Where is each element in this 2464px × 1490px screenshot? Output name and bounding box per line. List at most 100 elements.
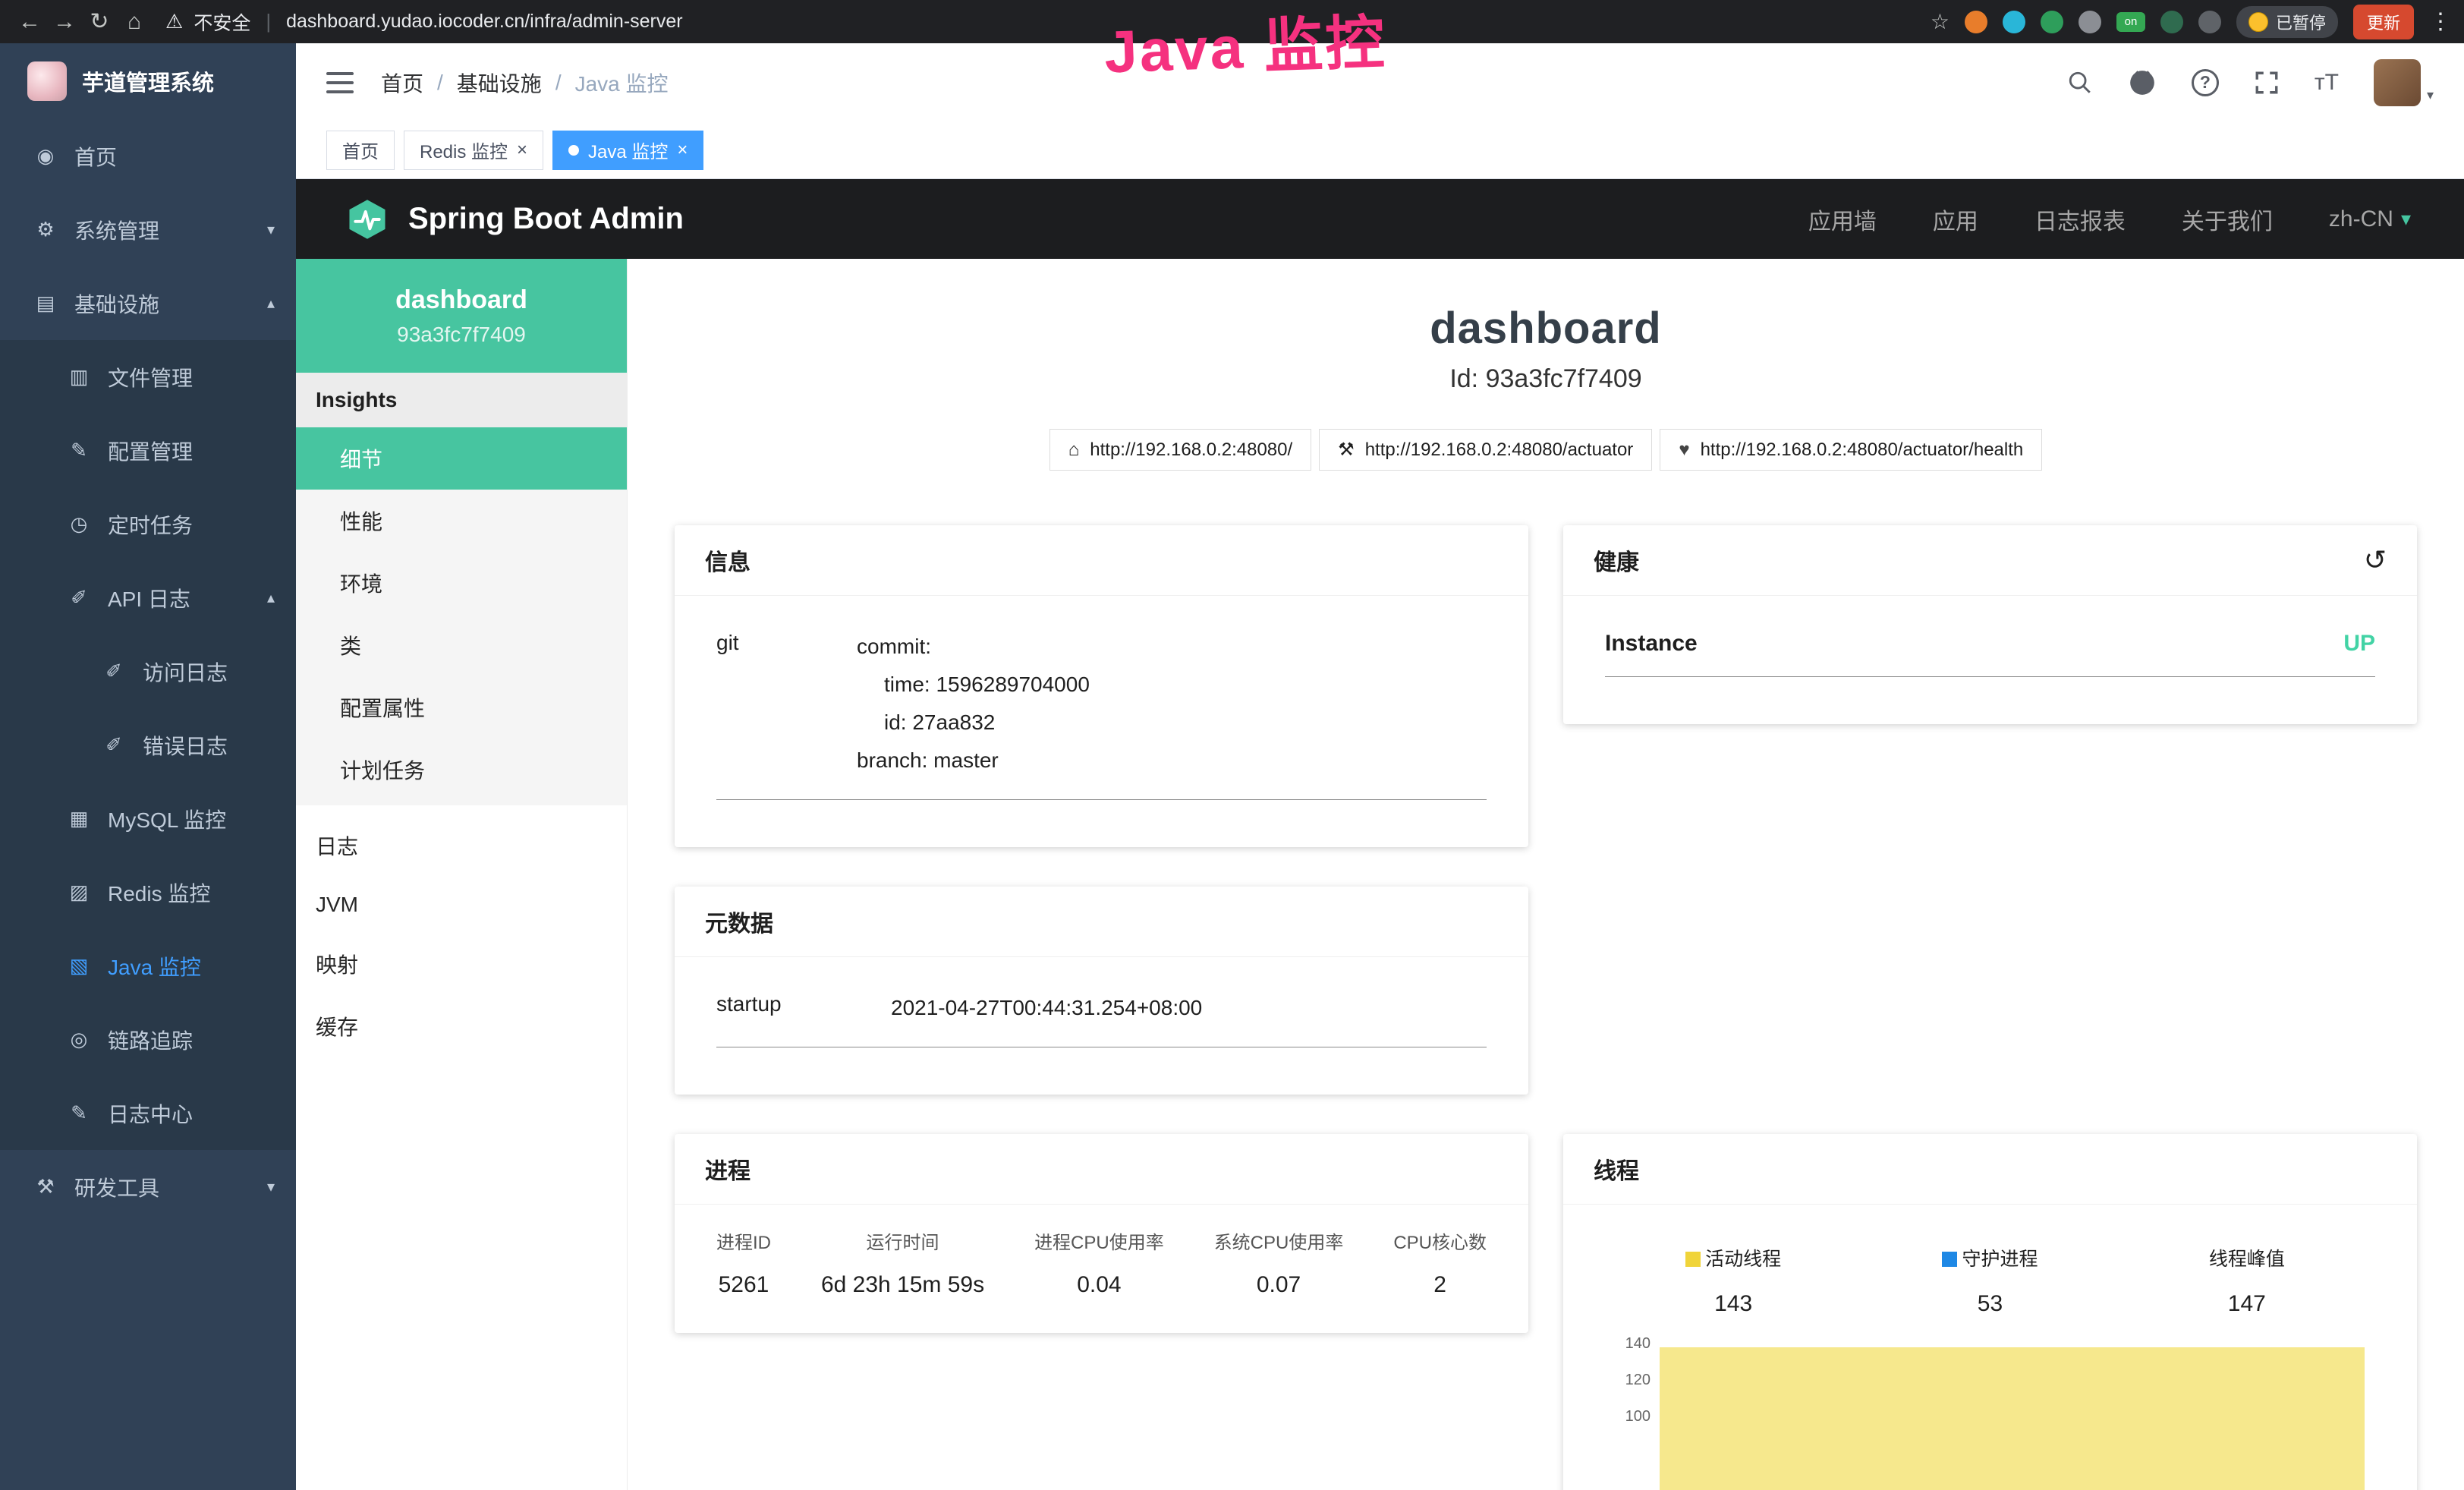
sidebar-item-system[interactable]: ⚙ 系统管理 ▾ xyxy=(0,193,296,266)
chevron-down-icon: ▾ xyxy=(267,220,275,239)
sidebar-item-home[interactable]: ◉ 首页 xyxy=(0,119,296,193)
sba-nav-about[interactable]: 关于我们 xyxy=(2182,203,2273,236)
metric-label: CPU核心数 xyxy=(1393,1227,1487,1254)
sba-instance-block[interactable]: dashboard 93a3fc7f7409 xyxy=(296,259,627,373)
extension-icon[interactable] xyxy=(2003,11,2025,33)
sidebar-item-infra[interactable]: ▤ 基础设施 ▴ xyxy=(0,266,296,340)
menu-fold-icon[interactable] xyxy=(326,72,354,93)
sidebar-item-log-center[interactable]: ✎ 日志中心 xyxy=(0,1076,296,1150)
sidebar-item-java-monitor[interactable]: ▧ Java 监控 xyxy=(0,929,296,1003)
tab-java-monitor[interactable]: Java 监控 × xyxy=(552,131,703,170)
forward-icon[interactable]: → xyxy=(47,5,82,39)
chevron-down-icon: ▾ xyxy=(267,1177,275,1196)
sidebar-item-scheduled-job[interactable]: ◷ 定时任务 xyxy=(0,487,296,561)
sba-item-environment[interactable]: 环境 xyxy=(296,552,627,614)
breadcrumb-separator: / xyxy=(437,71,443,95)
sba-body: dashboard 93a3fc7f7409 Insights 细节 性能 环境… xyxy=(296,259,2464,1490)
sidebar-item-access-log[interactable]: ✐ 访问日志 xyxy=(0,635,296,708)
sba-nav-wall[interactable]: 应用墙 xyxy=(1808,203,1877,236)
health-url-link[interactable]: ♥ http://192.168.0.2:48080/actuator/heal… xyxy=(1660,429,2042,471)
security-warning-icon[interactable]: ⚠ xyxy=(165,10,183,33)
extension-icon[interactable] xyxy=(2160,11,2183,33)
sidebar-item-label: 配置管理 xyxy=(108,436,193,466)
sidebar-item-label: 日志中心 xyxy=(108,1098,193,1129)
metric-value: 0.04 xyxy=(1034,1272,1164,1298)
card-title: 健康 xyxy=(1594,543,1639,577)
fullscreen-icon[interactable] xyxy=(2254,70,2280,96)
browser-update-button[interactable]: 更新 xyxy=(2353,5,2414,39)
trace-icon: ◎ xyxy=(65,1028,93,1051)
sidebar-item-error-log[interactable]: ✐ 错误日志 xyxy=(0,708,296,782)
back-icon[interactable]: ← xyxy=(12,5,47,39)
sidebar-item-dev-tools[interactable]: ⚒ 研发工具 ▾ xyxy=(0,1150,296,1224)
metric-label: 进程ID xyxy=(716,1227,771,1254)
extension-on-badge[interactable]: on xyxy=(2116,12,2145,32)
service-url-link[interactable]: ⌂ http://192.168.0.2:48080/ xyxy=(1049,429,1311,471)
sidebar-item-label: 基础设施 xyxy=(74,288,159,319)
metric-value: 5261 xyxy=(716,1272,771,1298)
sidebar-item-mysql-monitor[interactable]: ▦ MySQL 监控 xyxy=(0,782,296,855)
search-icon[interactable] xyxy=(2067,70,2093,96)
actuator-url-link[interactable]: ⚒ http://192.168.0.2:48080/actuator xyxy=(1319,429,1652,471)
avatar[interactable] xyxy=(2374,59,2421,106)
app-logo[interactable]: 芋道管理系统 xyxy=(0,43,296,119)
sidebar-item-api-log[interactable]: ✐ API 日志 ▴ xyxy=(0,561,296,635)
legend-label: 线程峰值 xyxy=(2209,1249,2285,1270)
home-icon[interactable]: ⌂ xyxy=(117,5,152,39)
metric-system-cpu: 系统CPU使用率 0.07 xyxy=(1214,1227,1344,1298)
sba-item-jvm[interactable]: JVM xyxy=(296,877,627,933)
browser-menu-icon[interactable]: ⋮ xyxy=(2429,8,2452,35)
sba-item-logfile[interactable]: 日志 xyxy=(296,814,627,877)
metric-process-cpu: 进程CPU使用率 0.04 xyxy=(1034,1227,1164,1298)
breadcrumb: 首页 / 基础设施 / Java 监控 xyxy=(381,68,669,98)
sba-item-caches[interactable]: 缓存 xyxy=(296,995,627,1057)
breadcrumb-infra[interactable]: 基础设施 xyxy=(457,68,542,98)
browser-actions: ☆ on 已暂停 更新 ⋮ xyxy=(1931,5,2452,39)
user-menu[interactable]: ▾ xyxy=(2374,59,2434,106)
sba-item-scheduled-tasks[interactable]: 计划任务 xyxy=(296,739,627,801)
url-text[interactable]: dashboard.yudao.iocoder.cn/infra/admin-s… xyxy=(286,11,683,33)
breadcrumb-home[interactable]: 首页 xyxy=(381,68,423,98)
sba-item-classes[interactable]: 类 xyxy=(296,614,627,676)
close-icon[interactable]: × xyxy=(677,141,688,159)
sba-item-metrics[interactable]: 性能 xyxy=(296,490,627,552)
sba-item-details[interactable]: 细节 xyxy=(296,427,627,490)
sba-nav-journal[interactable]: 日志报表 xyxy=(2034,203,2126,236)
threads-chart-yaxis: 140 120 100 xyxy=(1605,1340,1660,1490)
extension-icon[interactable] xyxy=(1965,11,1987,33)
process-card: 进程 进程ID 5261 运行时间 6d 23h 15m 59s xyxy=(675,1134,1528,1333)
sidebar-item-redis-monitor[interactable]: ▨ Redis 监控 xyxy=(0,855,296,929)
link-label: http://192.168.0.2:48080/ xyxy=(1090,439,1292,461)
process-metrics: 进程ID 5261 运行时间 6d 23h 15m 59s 进程CPU使用率 0… xyxy=(675,1205,1528,1333)
sidebar-item-config-manage[interactable]: ✎ 配置管理 xyxy=(0,414,296,487)
address-bar[interactable]: ⚠ 不安全 | dashboard.yudao.iocoder.cn/infra… xyxy=(165,8,683,36)
document-icon: ✐ xyxy=(65,586,93,610)
font-size-icon[interactable]: тT xyxy=(2315,70,2339,96)
tab-redis-monitor[interactable]: Redis 监控 × xyxy=(404,131,543,170)
sba-item-config-props[interactable]: 配置属性 xyxy=(296,676,627,739)
reload-icon[interactable]: ↻ xyxy=(82,5,117,39)
sidebar-item-trace[interactable]: ◎ 链路追踪 xyxy=(0,1003,296,1076)
bookmark-star-icon[interactable]: ☆ xyxy=(1931,9,1949,34)
extension-icon[interactable] xyxy=(2079,11,2101,33)
ytick: 100 xyxy=(1625,1408,1651,1425)
sidebar-item-file-manage[interactable]: ▥ 文件管理 xyxy=(0,340,296,414)
help-icon[interactable]: ? xyxy=(2192,69,2219,96)
health-instance-label: Instance xyxy=(1605,631,1698,657)
health-instance-row[interactable]: Instance UP xyxy=(1605,616,2375,677)
sidebar-item-label: 访问日志 xyxy=(143,657,228,687)
history-icon[interactable]: ↺ xyxy=(2364,544,2387,576)
sba-item-mappings[interactable]: 映射 xyxy=(296,933,627,995)
sba-other-list: 日志 JVM 映射 缓存 xyxy=(296,805,627,1057)
paused-chip[interactable]: 已暂停 xyxy=(2236,6,2338,38)
folder-icon: ▥ xyxy=(65,365,93,389)
sba-nav-applications[interactable]: 应用 xyxy=(1933,203,1978,236)
sba-brand-title[interactable]: Spring Boot Admin xyxy=(408,202,684,236)
locale-select[interactable]: zh-CN ▾ xyxy=(2329,206,2411,232)
extension-icon[interactable] xyxy=(2198,11,2221,33)
locale-label: zh-CN xyxy=(2329,206,2393,232)
extension-icon[interactable] xyxy=(2041,11,2063,33)
tab-home[interactable]: 首页 xyxy=(326,131,395,170)
github-icon[interactable] xyxy=(2128,68,2157,97)
close-icon[interactable]: × xyxy=(517,141,527,159)
